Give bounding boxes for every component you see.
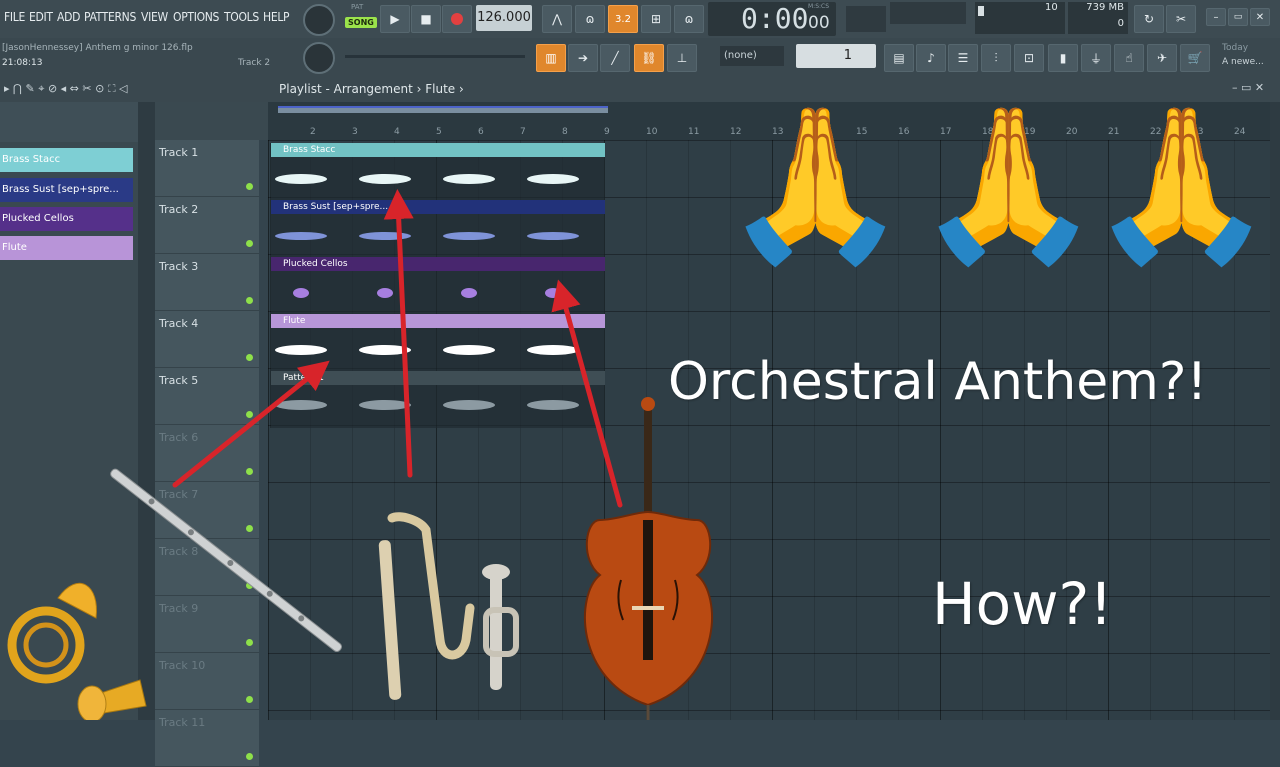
subline-text: How?! — [932, 570, 1113, 638]
flute-image — [110, 468, 343, 653]
trumpet-image — [482, 564, 519, 690]
track-mute-led[interactable] — [246, 753, 253, 760]
praying-hands-emoji-1: 🙏 — [722, 98, 909, 272]
arrow-cello — [551, 279, 623, 508]
saxophone-image — [378, 512, 475, 700]
arrow-flute — [172, 360, 330, 488]
arrow-brass — [383, 189, 414, 478]
trombone-image — [77, 679, 147, 720]
praying-hands-emoji-3: 🙏 — [1088, 98, 1275, 272]
french-horn-image — [7, 582, 97, 684]
headline-text: Orchestral Anthem?! — [668, 352, 1208, 412]
praying-hands-emoji-2: 🙏 — [915, 98, 1102, 272]
